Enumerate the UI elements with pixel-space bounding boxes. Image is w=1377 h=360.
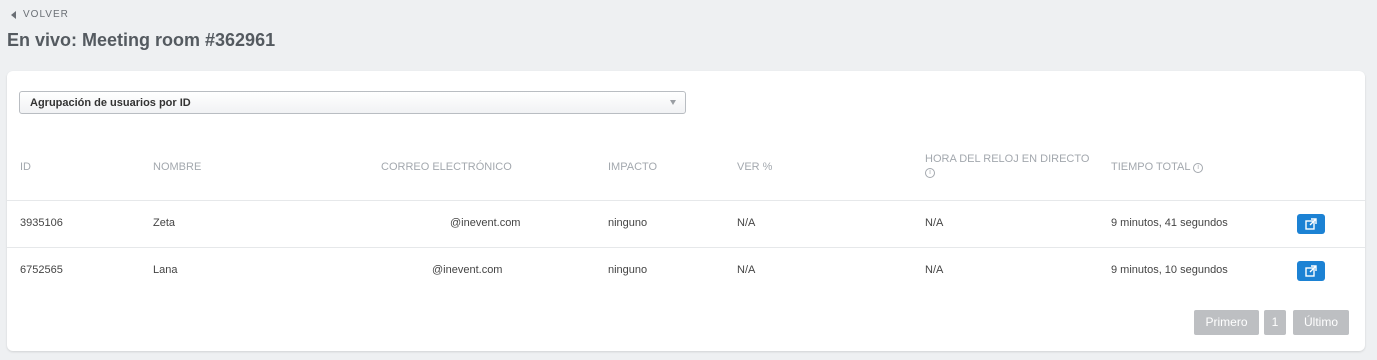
caret-down-icon xyxy=(670,100,676,105)
cell-name: Lana xyxy=(153,264,178,276)
cell-email: @inevent.com xyxy=(450,217,521,229)
col-header-live-clock: HORA DEL RELOJ EN DIRECTO i xyxy=(925,153,1089,179)
col-header-live-clock-label: HORA DEL RELOJ EN DIRECTO xyxy=(925,153,1090,165)
cell-id: 6752565 xyxy=(20,264,63,276)
grouping-select-value: Agrupación de usuarios por ID xyxy=(30,97,191,109)
external-link-icon xyxy=(1305,265,1317,277)
cell-live-clock: N/A xyxy=(925,217,944,229)
col-header-id: ID xyxy=(20,161,31,173)
cell-name: Zeta xyxy=(153,217,176,229)
last-page-button[interactable]: Último xyxy=(1293,310,1349,335)
external-link-icon xyxy=(1305,218,1317,230)
participants-card: Agrupación de usuarios por ID ID NOMBRE … xyxy=(7,71,1365,351)
col-header-total-time: TIEMPO TOTAL i xyxy=(1111,161,1204,174)
cell-view-percent: N/A xyxy=(737,264,756,276)
first-page-button[interactable]: Primero xyxy=(1194,310,1259,335)
caret-left-icon xyxy=(11,10,16,19)
cell-id: 3935106 xyxy=(20,217,63,229)
cell-total-time: 9 minutos, 41 segundos xyxy=(1111,217,1228,229)
table-row: 6752565 Lana @inevent.com ninguno N/A N/… xyxy=(7,247,1365,294)
grouping-select[interactable]: Agrupación de usuarios por ID xyxy=(19,91,686,114)
col-header-email: CORREO ELECTRÓNICO xyxy=(381,161,512,173)
open-details-button[interactable] xyxy=(1297,214,1325,234)
info-circle-icon: i xyxy=(1193,163,1204,173)
info-circle-icon: i xyxy=(925,168,935,178)
cell-impact: ninguno xyxy=(608,264,648,276)
back-link[interactable]: VOLVER xyxy=(11,9,69,20)
page-number-button[interactable]: 1 xyxy=(1264,310,1286,335)
col-header-view-percent: VER % xyxy=(737,161,773,173)
col-header-total-time-label: TIEMPO TOTAL xyxy=(1111,161,1191,173)
col-header-impact: IMPACTO xyxy=(608,161,658,173)
cell-view-percent: N/A xyxy=(737,217,756,229)
table-row: 3935106 Zeta @inevent.com ninguno N/A N/… xyxy=(7,200,1365,247)
cell-email: @inevent.com xyxy=(432,264,503,276)
col-header-name: NOMBRE xyxy=(153,161,202,173)
cell-total-time: 9 minutos, 10 segundos xyxy=(1111,264,1228,276)
open-details-button[interactable] xyxy=(1297,261,1325,281)
cell-impact: ninguno xyxy=(608,217,648,229)
cell-live-clock: N/A xyxy=(925,264,944,276)
back-label: VOLVER xyxy=(23,9,69,20)
page-title: En vivo: Meeting room #362961 xyxy=(7,30,276,50)
